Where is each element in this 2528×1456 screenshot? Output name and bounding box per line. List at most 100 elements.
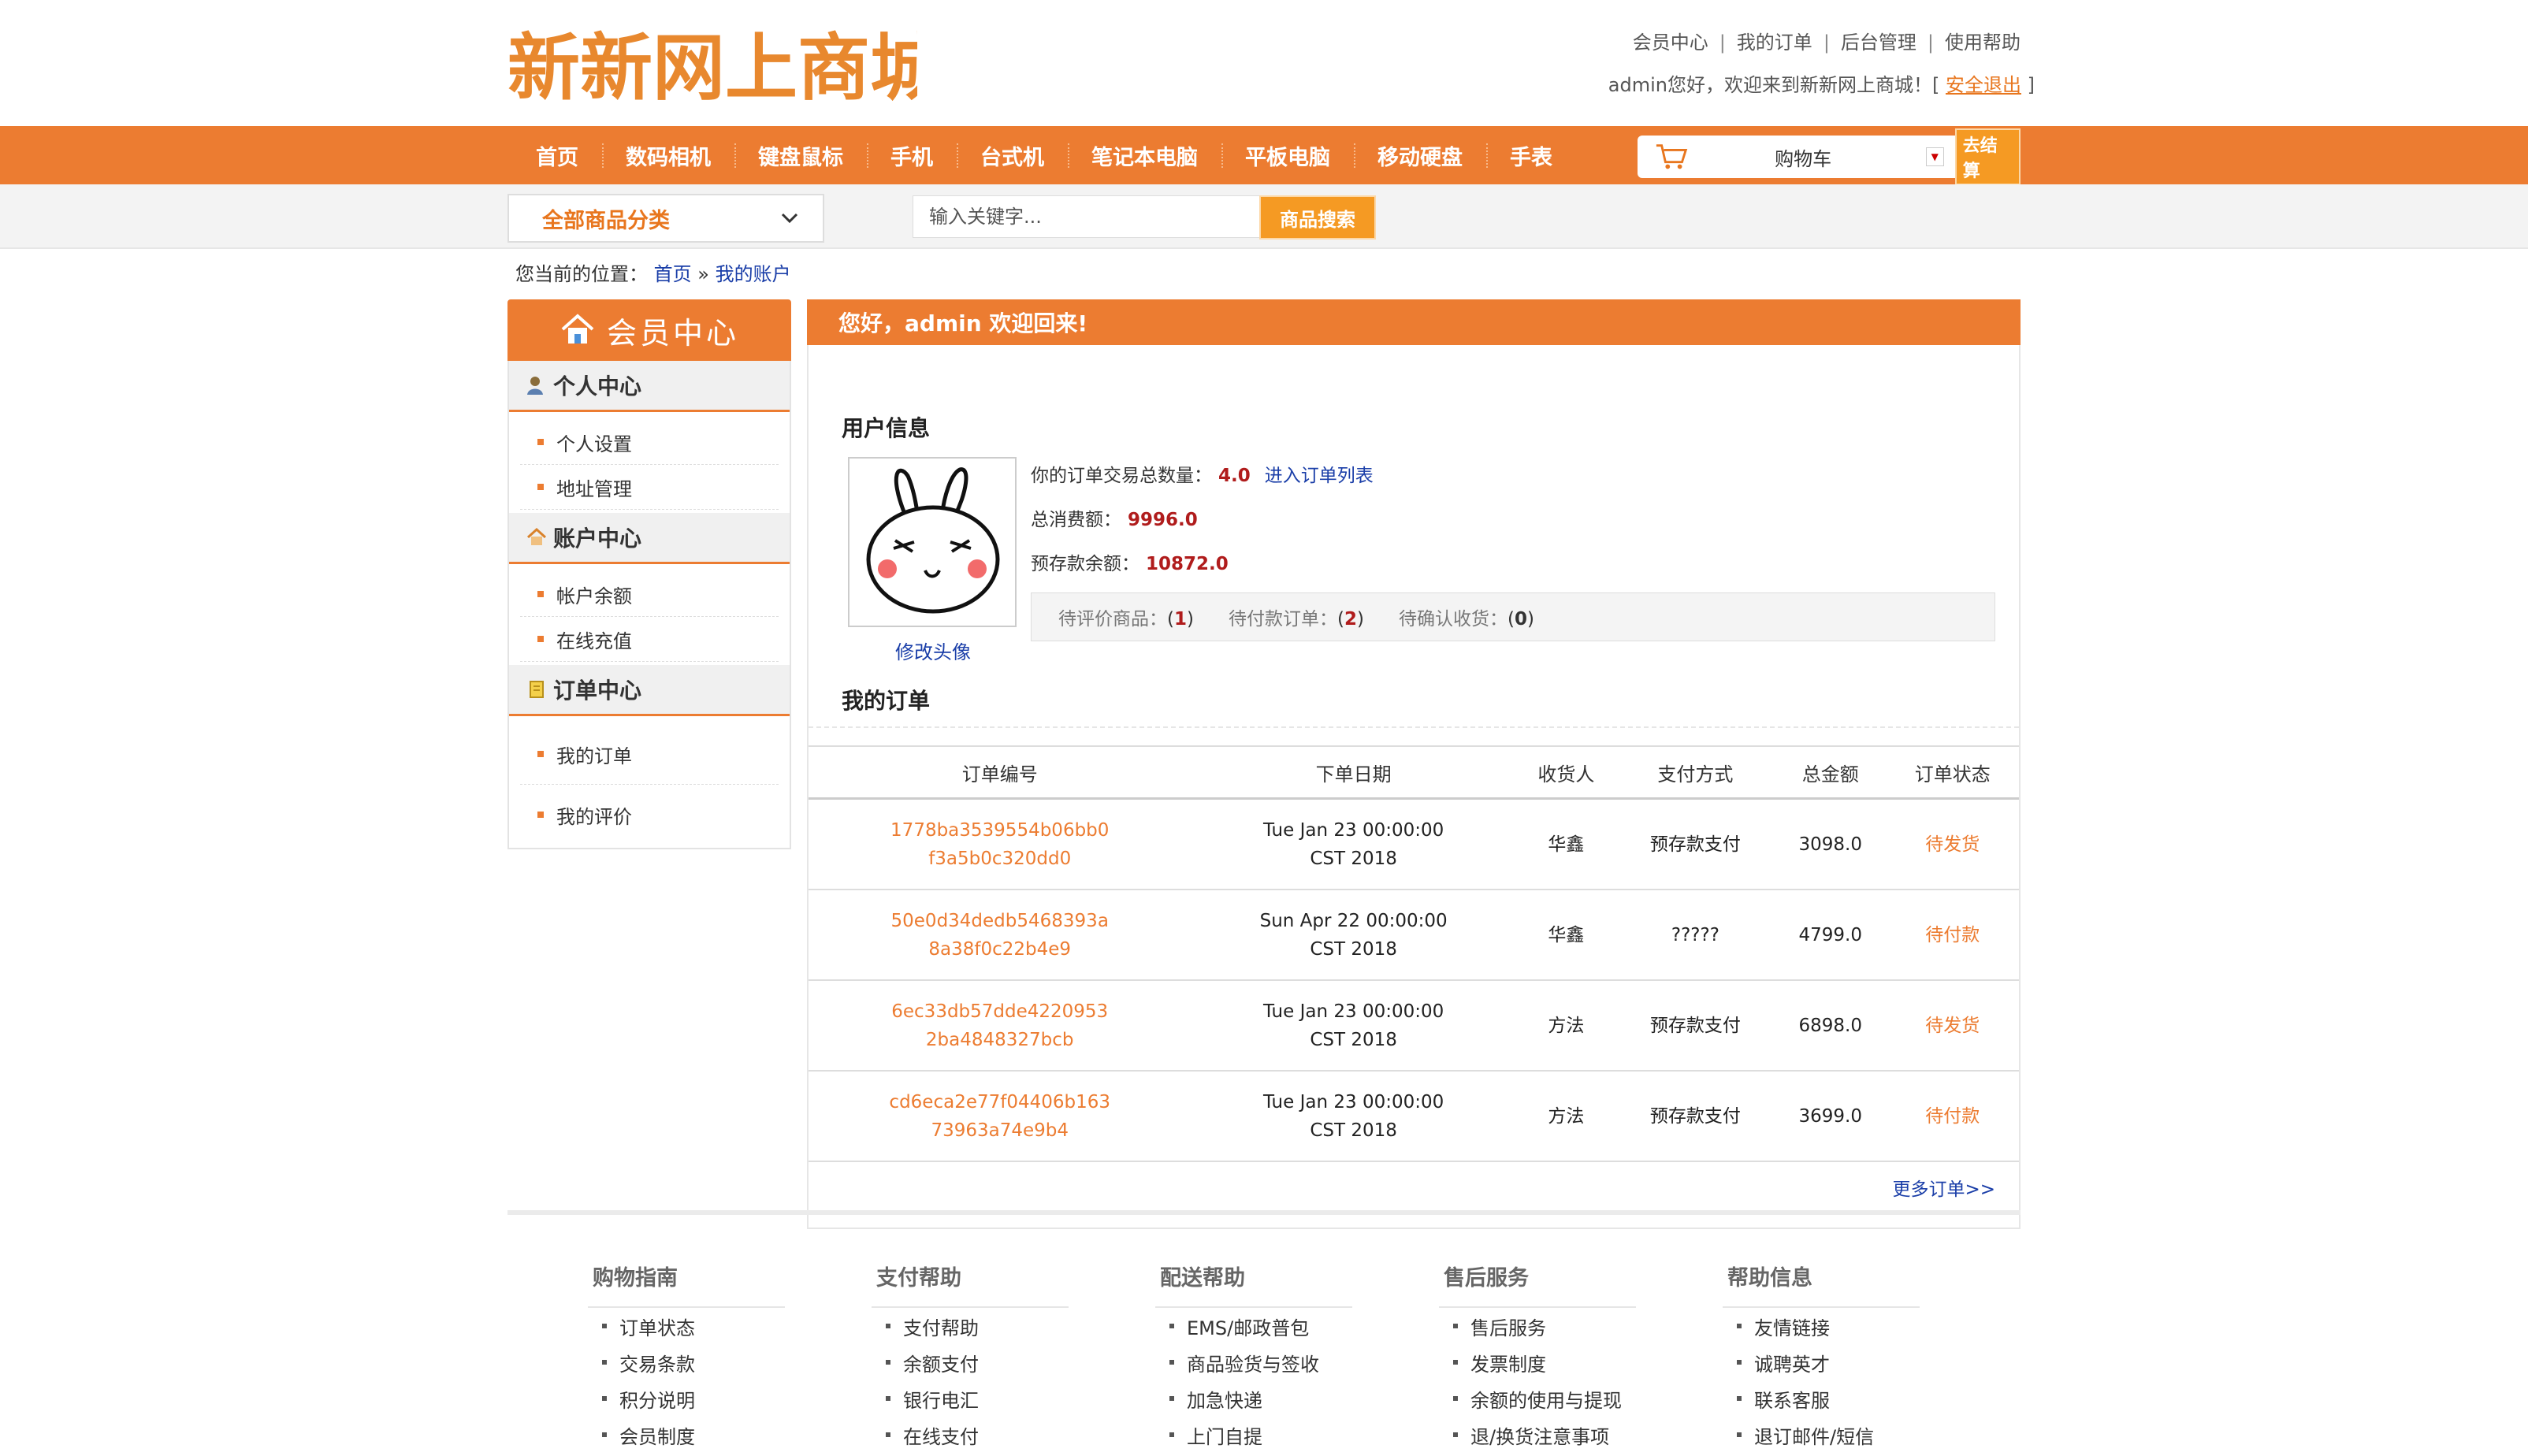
house-icon (526, 527, 547, 548)
footer-link[interactable]: 商品验货与签收 (1155, 1344, 1352, 1380)
pending-confirm[interactable]: 待确认收货：(0) (1399, 604, 1534, 630)
order-amount: 4799.0 (1774, 890, 1887, 981)
order-payment: 预存款支付 (1615, 1071, 1775, 1162)
link-my-orders[interactable]: 我的订单 (1737, 32, 1812, 54)
divider (809, 726, 2019, 728)
breadcrumb-home[interactable]: 首页 (654, 263, 692, 285)
order-amount: 3699.0 (1774, 1071, 1887, 1162)
category-dropdown[interactable]: 全部商品分类 (507, 194, 824, 243)
top-links: 会员中心 | 我的订单 | 后台管理 | 使用帮助 (1632, 32, 2021, 54)
nav-desktop[interactable]: 台式机 (957, 140, 1068, 171)
sidebar-item-address[interactable]: 地址管理 (520, 465, 779, 510)
pending-unpaid[interactable]: 待付款订单：(2) (1229, 604, 1364, 630)
welcome-banner: 您好，admin 欢迎回来! (807, 299, 2021, 345)
table-row: 50e0d34dedb5468393a 8a38f0c22b4e9 Sun Apr… (809, 890, 2019, 981)
cart-widget[interactable]: 购物车 ▼ 去结算 (1638, 128, 2021, 185)
total-spent-value: 9996.0 (1128, 510, 1198, 530)
footer-link[interactable]: 发票制度 (1439, 1344, 1636, 1380)
order-id-link[interactable]: cd6eca2e77f04406b163 73963a74e9b4 (809, 1071, 1192, 1162)
more-orders-link[interactable]: 更多订单>> (1892, 1174, 1995, 1201)
sidebar: 会员中心 个人中心 个人设置 地址管理 账户中心 帐户余额 在线充值 订单中心 (507, 299, 791, 849)
table-row: 6ec33db57dde4220953 2ba4848327bcb Tue Jan… (809, 980, 2019, 1072)
user-icon (526, 375, 547, 396)
nav-phone[interactable]: 手机 (867, 140, 957, 171)
nav-tablet[interactable]: 平板电脑 (1221, 140, 1354, 171)
cart-icon (1656, 144, 1688, 169)
footer-link[interactable]: 退/换货注意事项 (1439, 1417, 1636, 1453)
footer-link[interactable]: 余额支付 (872, 1344, 1069, 1380)
chevron-down-icon[interactable]: ▼ (1925, 147, 1944, 166)
main-nav: 首页 数码相机 键盘鼠标 手机 台式机 笔记本电脑 平板电脑 移动硬盘 手表 购… (0, 126, 2528, 185)
chevron-down-icon (781, 213, 798, 224)
order-status-link[interactable]: 待发货 (1886, 980, 2019, 1072)
footer-link[interactable]: 加急快递 (1155, 1380, 1352, 1417)
link-admin[interactable]: 后台管理 (1841, 32, 1916, 54)
breadcrumb-current[interactable]: 我的账户 (716, 263, 791, 285)
order-id-link[interactable]: 6ec33db57dde4220953 2ba4848327bcb (809, 980, 1192, 1072)
document-icon (526, 679, 547, 700)
footer-link[interactable]: 积分说明 (588, 1380, 785, 1417)
order-status-link[interactable]: 待付款 (1886, 1071, 2019, 1162)
nav-keyboard-mouse[interactable]: 键盘鼠标 (734, 140, 867, 171)
nav-watch[interactable]: 手表 (1486, 140, 1576, 171)
pending-review[interactable]: 待评价商品：(1) (1058, 604, 1194, 630)
footer-link[interactable]: 交易条款 (588, 1344, 785, 1380)
footer-col-delivery-help: 配送帮助 EMS/邮政普包 商品验货与签收 加急快递 上门自提 (1155, 1261, 1352, 1453)
section-account: 账户中心 (509, 513, 790, 564)
sidebar-item-my-reviews[interactable]: 我的评价 (520, 785, 779, 845)
sidebar-title: 会员中心 (507, 299, 791, 361)
order-status-link[interactable]: 待发货 (1886, 798, 2019, 890)
site-logo[interactable]: 新新网上商城 (507, 24, 917, 112)
sidebar-item-my-orders[interactable]: 我的订单 (520, 724, 779, 785)
sidebar-item-personal-settings[interactable]: 个人设置 (520, 420, 779, 465)
nav-hdd[interactable]: 移动硬盘 (1354, 140, 1486, 171)
sidebar-item-recharge[interactable]: 在线充值 (520, 617, 779, 662)
order-list-link[interactable]: 进入订单列表 (1265, 466, 1374, 486)
footer-link[interactable]: 支付帮助 (872, 1308, 1069, 1344)
order-payment: ????? (1615, 890, 1775, 981)
nav-laptop[interactable]: 笔记本电脑 (1068, 140, 1221, 171)
footer-link[interactable]: 在线支付 (872, 1417, 1069, 1453)
nav-camera[interactable]: 数码相机 (602, 140, 734, 171)
footer-link[interactable]: 上门自提 (1155, 1417, 1352, 1453)
footer-link[interactable]: 退订邮件/短信 (1723, 1417, 1920, 1453)
balance-value: 10872.0 (1146, 554, 1229, 574)
order-date: Tue Jan 23 00:00:00 CST 2018 (1191, 1071, 1516, 1162)
avatar[interactable] (848, 457, 1017, 627)
footer-link[interactable]: 友情链接 (1723, 1308, 1920, 1344)
link-help[interactable]: 使用帮助 (1945, 32, 2021, 54)
footer-link[interactable]: 订单状态 (588, 1308, 785, 1344)
footer-divider (507, 1210, 2021, 1215)
col-order-id: 订单编号 (809, 745, 1192, 800)
footer-link[interactable]: 余额的使用与提现 (1439, 1380, 1636, 1417)
order-count-value: 4.0 (1218, 466, 1251, 486)
footer-link[interactable]: 联系客服 (1723, 1380, 1920, 1417)
sidebar-item-balance[interactable]: 帐户余额 (520, 572, 779, 617)
section-personal: 个人中心 (509, 361, 790, 412)
order-id-link[interactable]: 50e0d34dedb5468393a 8a38f0c22b4e9 (809, 890, 1192, 981)
search-bar: 全部商品分类 商品搜索 (0, 184, 2528, 249)
order-id-link[interactable]: 1778ba3539554b06bb0 f3a5b0c320dd0 (809, 798, 1192, 890)
edit-avatar-link[interactable]: 修改头像 (895, 637, 971, 664)
footer-link[interactable]: EMS/邮政普包 (1155, 1308, 1352, 1344)
nav-home[interactable]: 首页 (507, 140, 602, 171)
footer-link[interactable]: 售后服务 (1439, 1308, 1636, 1344)
greeting: admin您好，欢迎来到新新网上商城！[ 安全退出 ] (1608, 74, 2035, 96)
footer-col-help-info: 帮助信息 友情链接 诚聘英才 联系客服 退订邮件/短信 (1723, 1261, 1920, 1453)
search-input[interactable] (913, 195, 1259, 238)
table-header-row: 订单编号 下单日期 收货人 支付方式 总金额 订单状态 (809, 745, 2019, 800)
footer-link[interactable]: 诚聘英才 (1723, 1344, 1920, 1380)
footer-link[interactable]: 银行电汇 (872, 1380, 1069, 1417)
footer-col-title: 帮助信息 (1723, 1261, 1920, 1308)
order-status-link[interactable]: 待付款 (1886, 890, 2019, 981)
home-icon (561, 314, 594, 344)
cart-label: 购物车 (1775, 147, 1832, 170)
order-receiver: 方法 (1515, 1071, 1616, 1162)
checkout-button[interactable]: 去结算 (1954, 128, 2021, 185)
balance-stat: 预存款余额： 10872.0 (1031, 554, 1229, 574)
order-receiver: 华鑫 (1515, 890, 1616, 981)
footer-link[interactable]: 会员制度 (588, 1417, 785, 1453)
link-member-center[interactable]: 会员中心 (1633, 32, 1708, 54)
search-button[interactable]: 商品搜索 (1259, 195, 1376, 240)
logout-link[interactable]: 安全退出 (1946, 74, 2021, 96)
